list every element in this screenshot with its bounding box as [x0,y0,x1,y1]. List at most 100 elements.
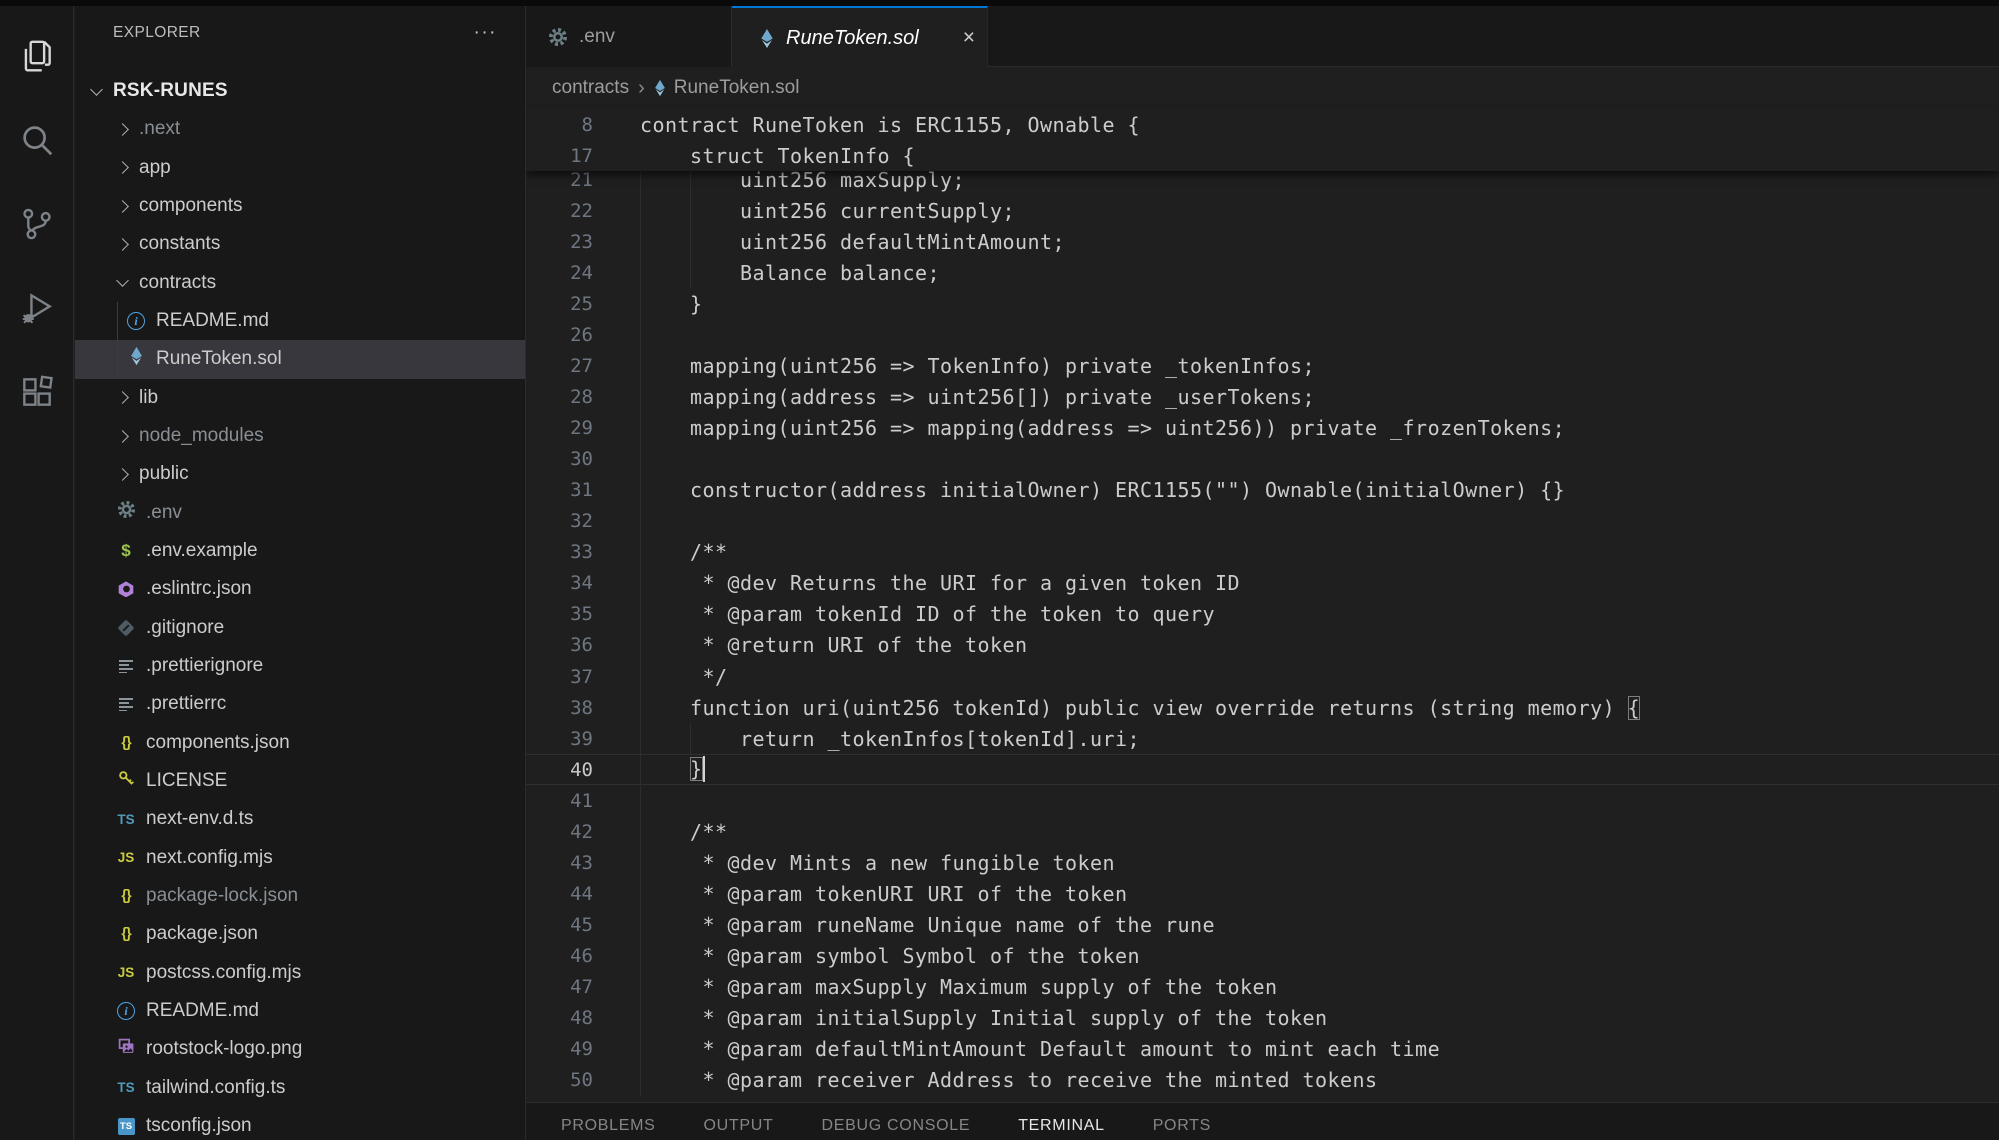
tree-item-tsconfig-json[interactable]: TStsconfig.json [75,1107,525,1140]
line-number[interactable]: 26 [526,324,593,346]
code-line-26[interactable]: 26 [526,319,1999,350]
code-line-44[interactable]: 44 * @param tokenURI URI of the token [526,878,1999,909]
line-number[interactable]: 17 [526,145,593,167]
tree-item-contracts[interactable]: contracts [75,264,525,302]
tree-item-node-modules[interactable]: node_modules [75,417,525,455]
code-line-43[interactable]: 43 * @dev Mints a new fungible token [526,847,1999,878]
tree-item-public[interactable]: public [75,455,525,493]
tree-item-next-env-d-ts[interactable]: TSnext-env.d.ts [75,800,525,838]
panel-tab-terminal[interactable]: TERMINAL [1018,1117,1105,1135]
line-number[interactable]: 28 [526,386,593,408]
panel-tab-problems[interactable]: PROBLEMS [561,1117,656,1135]
code-line-31[interactable]: 31 constructor(address initialOwner) ERC… [526,475,1999,506]
sticky-line-17[interactable]: 17 struct TokenInfo { [526,140,1999,171]
tree-item-postcss-config-mjs[interactable]: JSpostcss.config.mjs [75,954,525,992]
line-number[interactable]: 38 [526,697,593,719]
line-number[interactable]: 46 [526,945,593,967]
code-line-46[interactable]: 46 * @param symbol Symbol of the token [526,941,1999,972]
code-line-30[interactable]: 30 [526,444,1999,475]
tree-item-package-lock-json[interactable]: {}package-lock.json [75,877,525,915]
tree-item--env[interactable]: .env [75,494,525,532]
tree-item--prettierignore[interactable]: .prettierignore [75,647,525,685]
code-line-22[interactable]: 22 uint256 currentSupply; [526,195,1999,226]
line-number[interactable]: 40 [526,759,593,781]
tree-item-license[interactable]: LICENSE [75,762,525,800]
sticky-line-8[interactable]: 8contract RuneToken is ERC1155, Ownable … [526,109,1999,140]
tree-item-constants[interactable]: constants [75,225,525,263]
tree-item--eslintrc-json[interactable]: .eslintrc.json [75,570,525,608]
tree-item-app[interactable]: app [75,149,525,187]
line-number[interactable]: 27 [526,355,593,377]
tree-item-rsk-runes[interactable]: RSK-RUNES [75,72,525,110]
code-line-41[interactable]: 41 [526,785,1999,816]
line-number[interactable]: 36 [526,634,593,656]
line-number[interactable]: 31 [526,479,593,501]
tree-item-next-config-mjs[interactable]: JSnext.config.mjs [75,839,525,877]
code-line-38[interactable]: 38 function uri(uint256 tokenId) public … [526,692,1999,723]
code-line-50[interactable]: 50 * @param receiver Address to receive … [526,1065,1999,1096]
tree-item-components-json[interactable]: {}components.json [75,724,525,762]
line-number[interactable]: 45 [526,914,593,936]
code-line-49[interactable]: 49 * @param defaultMintAmount Default am… [526,1034,1999,1065]
tree-item--env-example[interactable]: $.env.example [75,532,525,570]
tab-runetoken-sol[interactable]: RuneToken.sol× [732,6,988,68]
activity-explorer-button[interactable] [0,14,74,98]
line-number[interactable]: 33 [526,541,593,563]
activity-search-button[interactable] [0,98,74,182]
tree-item-package-json[interactable]: {}package.json [75,915,525,953]
code-line-39[interactable]: 39 return _tokenInfos[tokenId].uri; [526,723,1999,754]
code-line-36[interactable]: 36 * @return URI of the token [526,630,1999,661]
tree-item-readme-md[interactable]: iREADME.md [75,302,525,340]
line-number[interactable]: 23 [526,231,593,253]
code-line-35[interactable]: 35 * @param tokenId ID of the token to q… [526,599,1999,630]
line-number[interactable]: 41 [526,790,593,812]
tree-item--gitignore[interactable]: .gitignore [75,609,525,647]
code-line-32[interactable]: 32 [526,506,1999,537]
line-number[interactable]: 25 [526,293,593,315]
line-number[interactable]: 24 [526,262,593,284]
code-line-34[interactable]: 34 * @dev Returns the URI for a given to… [526,568,1999,599]
line-number[interactable]: 32 [526,510,593,532]
line-number[interactable]: 42 [526,821,593,843]
line-number[interactable]: 49 [526,1038,593,1060]
code-line-40[interactable]: 40 } [526,754,1999,785]
tree-item-tailwind-config-ts[interactable]: TStailwind.config.ts [75,1069,525,1107]
code-line-37[interactable]: 37 */ [526,661,1999,692]
line-number[interactable]: 8 [526,114,593,136]
code-line-42[interactable]: 42 /** [526,816,1999,847]
activity-source-control-button[interactable] [0,182,74,266]
code-line-24[interactable]: 24 Balance balance; [526,257,1999,288]
more-actions-icon[interactable]: ··· [474,28,497,38]
close-icon[interactable]: × [963,28,975,48]
code-line-29[interactable]: 29 mapping(uint256 => mapping(address =>… [526,413,1999,444]
line-number[interactable]: 29 [526,417,593,439]
panel-tab-ports[interactable]: PORTS [1153,1117,1211,1135]
code-viewport[interactable]: 21 uint256 maxSupply;22 uint256 currentS… [526,164,1999,1096]
line-number[interactable]: 47 [526,976,593,998]
code-line-25[interactable]: 25 } [526,288,1999,319]
line-number[interactable]: 30 [526,448,593,470]
code-line-27[interactable]: 27 mapping(uint256 => TokenInfo) private… [526,350,1999,381]
tree-item-rootstock-logo-png[interactable]: rootstock-logo.png [75,1030,525,1068]
line-number[interactable]: 43 [526,852,593,874]
activity-extensions-button[interactable] [0,350,74,434]
breadcrumb-file[interactable]: RuneToken.sol [674,77,800,99]
code-line-48[interactable]: 48 * @param initialSupply Initial supply… [526,1003,1999,1034]
code-line-28[interactable]: 28 mapping(address => uint256[]) private… [526,381,1999,412]
breadcrumb-folder[interactable]: contracts [552,77,629,99]
tree-item--prettierrc[interactable]: .prettierrc [75,685,525,723]
panel-tab-debug-console[interactable]: DEBUG CONSOLE [822,1117,971,1135]
line-number[interactable]: 35 [526,603,593,625]
line-number[interactable]: 39 [526,728,593,750]
line-number[interactable]: 34 [526,572,593,594]
code-line-47[interactable]: 47 * @param maxSupply Maximum supply of … [526,972,1999,1003]
code-line-45[interactable]: 45 * @param runeName Unique name of the … [526,910,1999,941]
code-line-23[interactable]: 23 uint256 defaultMintAmount; [526,226,1999,257]
line-number[interactable]: 37 [526,666,593,688]
tab--env[interactable]: .env [526,6,732,67]
panel-tab-output[interactable]: OUTPUT [704,1117,774,1135]
tree-item-lib[interactable]: lib [75,379,525,417]
tree-item-components[interactable]: components [75,187,525,225]
line-number[interactable]: 22 [526,200,593,222]
line-number[interactable]: 21 [526,169,593,191]
